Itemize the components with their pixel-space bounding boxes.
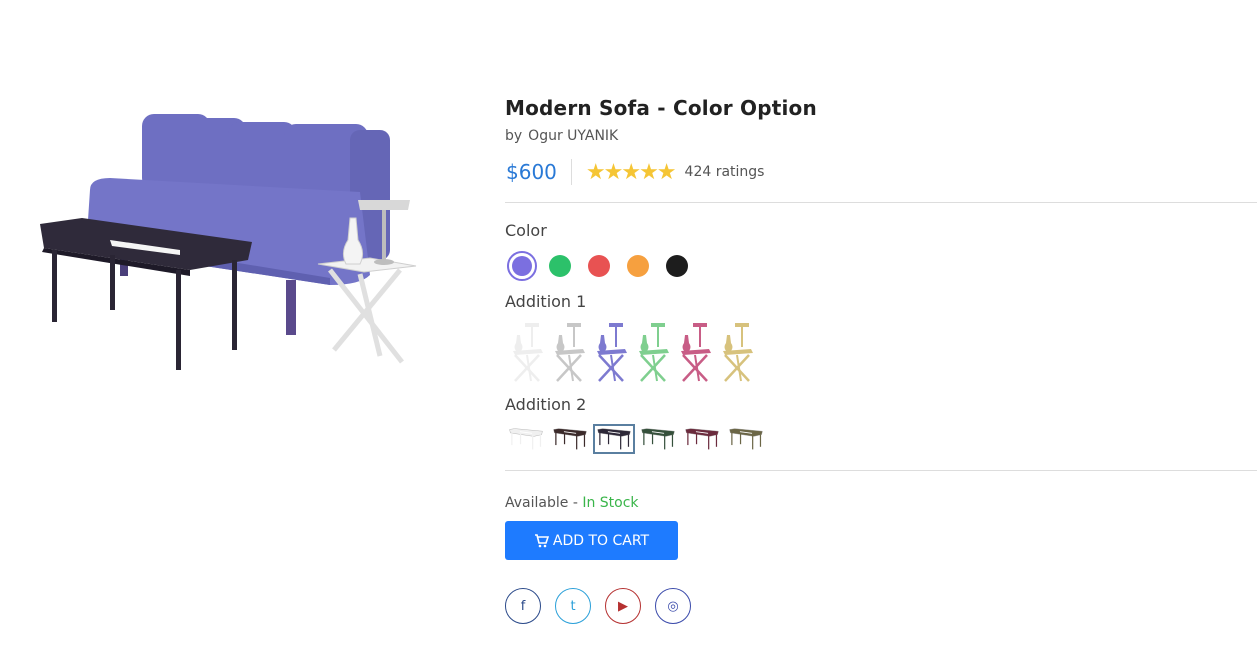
color-swatch[interactable] xyxy=(627,255,649,277)
addition2-thumbnail[interactable] xyxy=(549,424,591,454)
color-label: Color xyxy=(505,221,547,240)
divider xyxy=(505,202,1257,203)
instagram-icon: ◎ xyxy=(667,598,679,614)
availability-label: Available xyxy=(505,495,569,511)
add-to-cart-button[interactable]: ADD TO CART xyxy=(505,521,678,560)
color-swatch[interactable] xyxy=(588,255,610,277)
addition2-thumbnail[interactable] xyxy=(593,424,635,454)
addition1-thumbnail[interactable] xyxy=(715,319,757,385)
rating-stars: ★★★★★ xyxy=(585,159,677,185)
addition1-thumbnail[interactable] xyxy=(505,319,547,385)
twitter-button[interactable]: t xyxy=(555,588,591,624)
product-author: by Ogur UYANIK xyxy=(505,127,1257,145)
add-to-cart-label: ADD TO CART xyxy=(552,532,650,549)
product-price: $600 xyxy=(506,160,557,184)
social-links: f t ▶ ◎ xyxy=(505,588,1257,624)
product-image xyxy=(40,114,417,370)
addition2-thumbnail[interactable] xyxy=(637,424,679,454)
product-title: Modern Sofa - Color Option xyxy=(505,96,817,120)
youtube-button[interactable]: ▶ xyxy=(605,588,641,624)
youtube-icon: ▶ xyxy=(618,598,628,614)
addition2-thumbnail[interactable] xyxy=(725,424,767,454)
color-swatches xyxy=(505,250,1257,282)
ratings-count: 424 ratings xyxy=(684,164,765,180)
addition1-options xyxy=(505,319,1257,385)
addition1-thumbnail[interactable] xyxy=(673,319,715,385)
addition1-thumbnail[interactable] xyxy=(631,319,673,385)
author-name: Ogur UYANIK xyxy=(528,128,619,144)
stock-status: In Stock xyxy=(582,495,639,511)
color-swatch[interactable] xyxy=(507,251,537,281)
addition1-thumbnail[interactable] xyxy=(589,319,631,385)
addition2-thumbnail[interactable] xyxy=(681,424,723,454)
availability: Available - In Stock xyxy=(505,495,1257,511)
addition1-label: Addition 1 xyxy=(505,292,587,311)
color-swatch[interactable] xyxy=(549,255,571,277)
price-row: $600 ★★★★★ 424 ratings xyxy=(505,157,1257,187)
divider xyxy=(505,470,1257,471)
cart-icon xyxy=(534,533,549,547)
addition2-label: Addition 2 xyxy=(505,395,587,414)
twitter-icon: t xyxy=(570,598,576,614)
facebook-icon: f xyxy=(520,598,526,614)
instagram-button[interactable]: ◎ xyxy=(655,588,691,624)
addition2-options xyxy=(505,424,1257,456)
addition2-thumbnail[interactable] xyxy=(505,424,547,454)
addition1-thumbnail[interactable] xyxy=(547,319,589,385)
availability-sep: - xyxy=(572,495,578,511)
color-swatch[interactable] xyxy=(666,255,688,277)
price-divider xyxy=(570,159,572,185)
product-info: Modern Sofa - Color Option by Ogur UYANIK… xyxy=(505,94,1257,624)
author-by-label: by xyxy=(505,128,523,144)
facebook-button[interactable]: f xyxy=(505,588,541,624)
